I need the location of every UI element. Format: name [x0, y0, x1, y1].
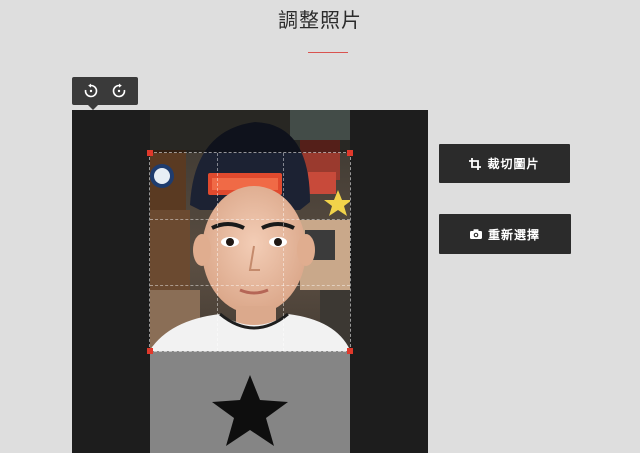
- rotate-toolbar: [72, 77, 138, 110]
- title-divider: [308, 52, 348, 53]
- crop-icon: [469, 157, 482, 170]
- rotate-left-icon[interactable]: [83, 83, 99, 99]
- crop-guide-line: [216, 153, 218, 351]
- crop-handle-top-left[interactable]: [147, 150, 153, 156]
- crop-image-label: 裁切圖片: [487, 157, 540, 171]
- crop-selection[interactable]: [147, 150, 353, 354]
- reselect-photo-button[interactable]: 重新選擇: [439, 214, 571, 254]
- crop-guide-line: [283, 153, 285, 351]
- crop-handle-bottom-right[interactable]: [347, 348, 353, 354]
- crop-handle-top-right[interactable]: [347, 150, 353, 156]
- crop-guide-line: [150, 218, 350, 220]
- page-title: 調整照片: [278, 8, 362, 32]
- reselect-photo-label: 重新選擇: [487, 227, 540, 242]
- crop-canvas[interactable]: [72, 110, 428, 453]
- crop-handle-bottom-left[interactable]: [147, 348, 153, 354]
- camera-icon: [469, 228, 482, 240]
- crop-image-button[interactable]: 裁切圖片: [439, 144, 570, 183]
- rotate-right-icon[interactable]: [111, 83, 127, 99]
- crop-guide-line: [150, 284, 350, 286]
